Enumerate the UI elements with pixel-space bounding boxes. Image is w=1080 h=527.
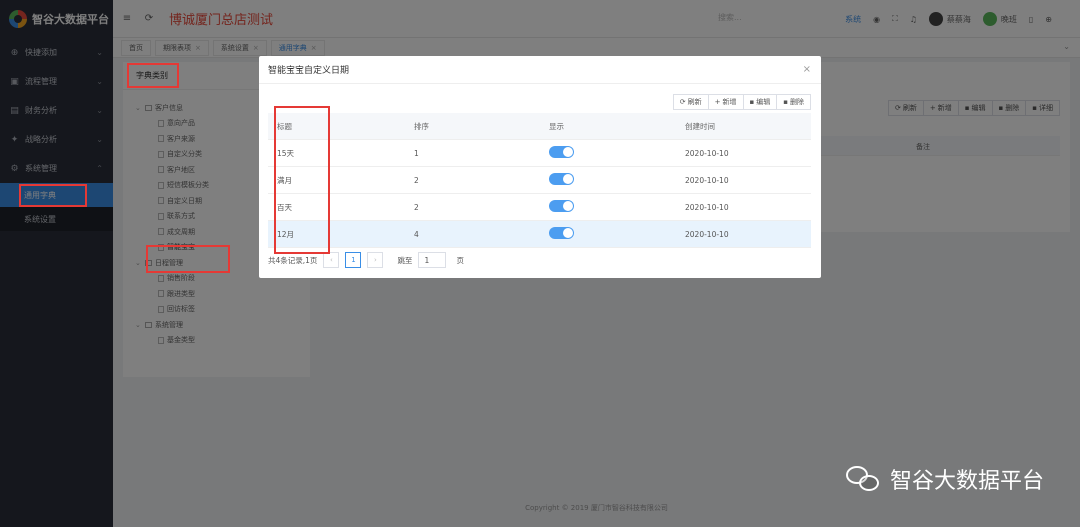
button-label: 编辑: [756, 98, 771, 106]
highlight-box: [127, 63, 179, 88]
close-icon[interactable]: ×: [803, 64, 811, 75]
cell-show: [549, 227, 574, 241]
cell-created: 2020-10-10: [685, 148, 729, 158]
toolbar-button[interactable]: ▪删除: [776, 94, 811, 110]
dialog-title: 智能宝宝自定义日期: [259, 56, 821, 84]
toolbar-button[interactable]: ▪编辑: [742, 94, 778, 110]
table-row[interactable]: 百天 2 2020-10-10: [268, 194, 811, 221]
next-page-button[interactable]: ›: [367, 252, 384, 268]
page-unit: 页: [456, 255, 464, 265]
watermark-text: 智谷大数据平台: [889, 469, 1044, 494]
button-icon: ▪: [749, 98, 755, 106]
page-1-button[interactable]: 1: [345, 252, 362, 268]
toolbar-button[interactable]: +新增: [707, 94, 744, 110]
cell-created: 2020-10-10: [685, 175, 729, 185]
col-created: 创建时间: [685, 121, 715, 131]
show-toggle[interactable]: [549, 146, 574, 158]
table-header-row: 标题 排序 显示 创建时间: [268, 113, 811, 140]
show-toggle[interactable]: [549, 227, 574, 239]
wechat-icon: [845, 464, 882, 494]
cell-created: 2020-10-10: [685, 229, 729, 239]
dialog-toolbar: ⟳ 刷新 + 新增 ▪ 编辑 ▪ 删除: [672, 94, 811, 110]
cell-show: [549, 173, 574, 187]
highlight-box: [274, 106, 330, 254]
watermark: 智谷大数据平台: [845, 463, 1044, 495]
cell-order: 2: [414, 202, 419, 212]
highlight-box: [146, 245, 230, 273]
highlight-box: [19, 184, 87, 207]
cell-order: 2: [414, 175, 419, 185]
table-row[interactable]: 15天 1 2020-10-10: [268, 140, 811, 167]
goto-page-input[interactable]: [418, 252, 447, 268]
pager-summary: 共4条记录,1页: [268, 255, 318, 265]
table-row[interactable]: 12月 4 2020-10-10: [268, 221, 811, 248]
toolbar-button[interactable]: ⟳刷新: [672, 94, 709, 110]
button-icon: ⟳: [679, 98, 686, 106]
goto-label: 跳至: [397, 255, 413, 265]
cell-created: 2020-10-10: [685, 202, 729, 212]
col-show: 显示: [549, 121, 564, 131]
button-icon: ▪: [783, 98, 788, 106]
table-row[interactable]: 满月 2 2020-10-10: [268, 167, 811, 194]
cell-show: [549, 200, 574, 214]
pagination: 共4条记录,1页 ‹ 1 › 跳至 页: [268, 252, 464, 268]
cell-order: 4: [414, 229, 419, 239]
cell-show: [549, 146, 574, 160]
button-label: 新增: [722, 98, 737, 106]
show-toggle[interactable]: [549, 200, 574, 212]
col-order: 排序: [414, 121, 429, 131]
custom-date-dialog: 智能宝宝自定义日期 × ⟳ 刷新 + 新增 ▪ 编辑 ▪ 删除 标题 排序 显示 创建时间 1…: [259, 56, 821, 278]
prev-page-button[interactable]: ‹: [323, 252, 340, 268]
date-table: 标题 排序 显示 创建时间 15天 1 2020-10-10 满月 2 2020-10-1…: [268, 113, 811, 248]
cell-order: 1: [414, 148, 419, 158]
show-toggle[interactable]: [549, 173, 574, 185]
button-label: 刷新: [687, 98, 702, 106]
button-icon: +: [714, 98, 721, 106]
button-label: 删除: [790, 98, 804, 106]
